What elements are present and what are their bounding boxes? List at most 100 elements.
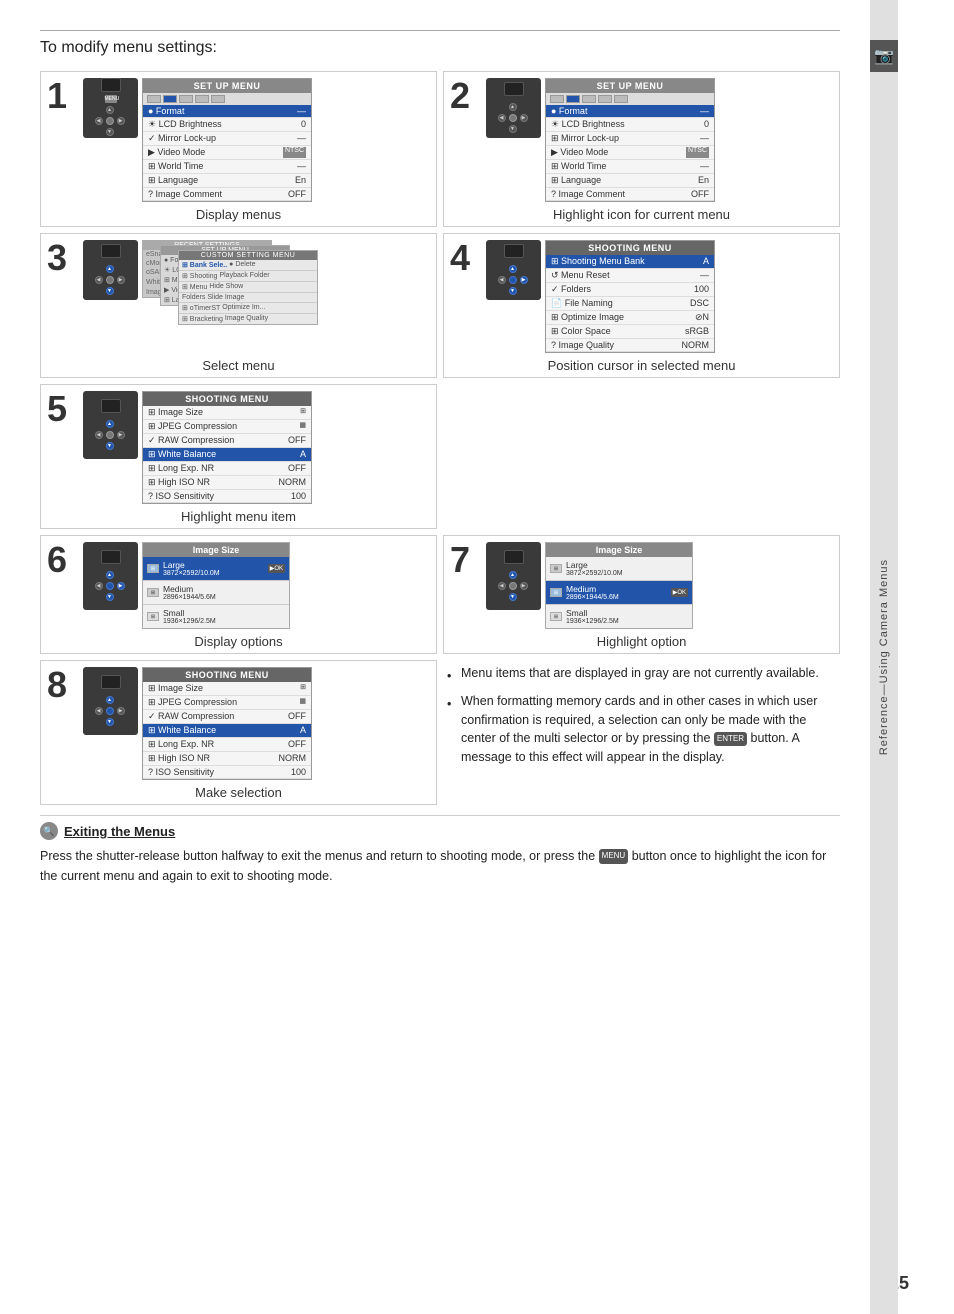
step-1-indicators bbox=[143, 93, 311, 105]
nav-center-4[interactable] bbox=[509, 276, 517, 284]
nav-up-1[interactable]: ▲ bbox=[106, 106, 114, 114]
ind2-1 bbox=[550, 95, 564, 103]
nav-center-5[interactable] bbox=[106, 431, 114, 439]
menu-row-hiiso-5: ⊞ High ISO NRNORM bbox=[143, 476, 311, 490]
nav-down-2[interactable]: ▼ bbox=[509, 125, 517, 133]
nav-left-5[interactable]: ◀ bbox=[95, 431, 103, 439]
menu-row-longexp-5: ⊞ Long Exp. NROFF bbox=[143, 462, 311, 476]
overlay-menu-shooting: CUSTOM SETTING MENU ⊞ Bank Sele.. ● Dele… bbox=[178, 250, 318, 325]
note-2-bullet: • bbox=[447, 695, 457, 714]
top-divider bbox=[40, 30, 840, 31]
menu-row-raw-8: ✓ RAW CompressionOFF bbox=[143, 710, 311, 724]
imgsize-small-7: ⊞ Small 1936×1296/2.5M bbox=[546, 605, 692, 628]
nav-down-4[interactable]: ▼ bbox=[509, 287, 517, 295]
nav-center-1[interactable] bbox=[106, 117, 114, 125]
nav-right-8[interactable]: ▶ bbox=[117, 707, 125, 715]
nav-center-3[interactable] bbox=[106, 276, 114, 284]
step-4-menu-header: SHOOTING MENU bbox=[546, 241, 714, 255]
exiting-section: 🔍 Exiting the Menus Press the shutter-re… bbox=[40, 815, 840, 886]
step-7-label: Highlight option bbox=[444, 634, 839, 649]
nav-pad-3: ▲ ◀ ▶ ▼ bbox=[95, 265, 127, 297]
step-6-imgsize-panel: Image Size ⊞ Large 3872×2592/10.0M ▶OK bbox=[142, 542, 290, 629]
nav-center-2[interactable] bbox=[509, 114, 517, 122]
nav-center-7[interactable] bbox=[509, 582, 517, 590]
step-2-menu-header: SET UP MENU bbox=[546, 79, 714, 93]
note-2: • When formatting memory cards and in ot… bbox=[447, 692, 840, 767]
nav-center-8[interactable] bbox=[106, 707, 114, 715]
step-1-menu-header: SET UP MENU bbox=[143, 79, 311, 93]
step-7-inner: ▲ ◀ ▶ ▼ Image Size ⊞ bbox=[486, 542, 833, 629]
step-6-imgsize-header: Image Size bbox=[143, 543, 289, 557]
nav-right-2[interactable]: ▶ bbox=[520, 114, 528, 122]
camera-lens-6 bbox=[101, 550, 121, 564]
nav-up-4[interactable]: ▲ bbox=[509, 265, 517, 273]
nav-pad-7: ▲ ◀ ▶ ▼ bbox=[498, 571, 530, 603]
nav-up-8[interactable]: ▲ bbox=[106, 696, 114, 704]
menu-label-1: MENU bbox=[105, 95, 117, 103]
nav-up-7[interactable]: ▲ bbox=[509, 571, 517, 579]
menu-row-imgcomment-1: ? Image CommentOFF bbox=[143, 188, 311, 201]
imgsize-medium-6: ⊞ Medium 2896×1944/5.6M bbox=[143, 581, 289, 605]
menu-row-reset-4: ↺ Menu Reset— bbox=[546, 269, 714, 283]
note-2-text: When formatting memory cards and in othe… bbox=[461, 692, 840, 767]
menu-row-opt-4: ⊞ Optimize Image⊘N bbox=[546, 311, 714, 325]
nav-left-2[interactable]: ◀ bbox=[498, 114, 506, 122]
nav-right-4[interactable]: ▶ bbox=[520, 276, 528, 284]
ind-4 bbox=[195, 95, 209, 103]
nav-down-1[interactable]: ▼ bbox=[106, 128, 114, 136]
nav-right-1[interactable]: ▶ bbox=[117, 117, 125, 125]
nav-left-6[interactable]: ◀ bbox=[95, 582, 103, 590]
nav-down-3[interactable]: ▼ bbox=[106, 287, 114, 295]
nav-down-7[interactable]: ▼ bbox=[509, 593, 517, 601]
enter-btn-note: ENTER bbox=[714, 732, 747, 746]
step-4-box: 4 ▲ ◀ ▶ ▼ bbox=[443, 233, 840, 378]
imgsize-icon-small-7: ⊞ bbox=[550, 612, 562, 621]
note-1: • Menu items that are displayed in gray … bbox=[447, 664, 840, 686]
exiting-text: Press the shutter-release button halfway… bbox=[40, 846, 840, 886]
nav-up-6[interactable]: ▲ bbox=[106, 571, 114, 579]
nav-left-7[interactable]: ◀ bbox=[498, 582, 506, 590]
nav-up-3[interactable]: ▲ bbox=[106, 265, 114, 273]
step-8-inner: ▲ ◀ ▶ ▼ SHOOTING MENU ⊞ bbox=[83, 667, 430, 780]
nav-center-6[interactable] bbox=[106, 582, 114, 590]
menu-row-bank-4: ⊞ Shooting Menu BankA bbox=[546, 255, 714, 269]
nav-left-8[interactable]: ◀ bbox=[95, 707, 103, 715]
step-1-menu: SET UP MENU ● Format— bbox=[142, 78, 312, 202]
menu-row-color-4: ⊞ Color SpacesRGB bbox=[546, 325, 714, 339]
nav-left-1[interactable]: ◀ bbox=[95, 117, 103, 125]
menu-row-format-1: ● Format— bbox=[143, 105, 311, 118]
camera-body-3: ▲ ◀ ▶ ▼ bbox=[83, 240, 138, 300]
step-1-camera: MENU ▲ ◀ ▶ ▼ bbox=[83, 78, 138, 138]
step-7-box: 7 ▲ ◀ ▶ ▼ bbox=[443, 535, 840, 654]
nav-up-5[interactable]: ▲ bbox=[106, 420, 114, 428]
menu-row-imgsize-5: ⊞ Image Size⊞ bbox=[143, 406, 311, 420]
nav-down-6[interactable]: ▼ bbox=[106, 593, 114, 601]
step-5-box: 5 ▲ ◀ ▶ ▼ bbox=[40, 384, 437, 529]
imgsize-label-small-7: Small 1936×1296/2.5M bbox=[566, 608, 619, 625]
step-8-content: ▲ ◀ ▶ ▼ SHOOTING MENU ⊞ bbox=[83, 667, 430, 780]
imgsize-large-6: ⊞ Large 3872×2592/10.0M ▶OK bbox=[143, 557, 289, 581]
imgsize-label-small-6: Small 1936×1296/2.5M bbox=[163, 608, 216, 625]
right-sidebar-tab: 📷 Reference—Using Camera Menus bbox=[870, 0, 898, 1314]
menu-row-raw-5: ✓ RAW CompressionOFF bbox=[143, 434, 311, 448]
nav-right-6[interactable]: ▶ bbox=[117, 582, 125, 590]
nav-left-3[interactable]: ◀ bbox=[95, 276, 103, 284]
nav-down-8[interactable]: ▼ bbox=[106, 718, 114, 726]
nav-up-2[interactable]: ▲ bbox=[509, 103, 517, 111]
step-8-menu-header: SHOOTING MENU bbox=[143, 668, 311, 682]
step-2-box: 2 ▲ ◀ ▶ ▼ bbox=[443, 71, 840, 227]
nav-down-5[interactable]: ▼ bbox=[106, 442, 114, 450]
camera-lens-4 bbox=[504, 244, 524, 258]
notes-section: • Menu items that are displayed in gray … bbox=[443, 660, 840, 797]
nav-right-7[interactable]: ▶ bbox=[520, 582, 528, 590]
nav-right-5[interactable]: ▶ bbox=[117, 431, 125, 439]
nav-right-3[interactable]: ▶ bbox=[117, 276, 125, 284]
menu-row-world-2: ⊞ World Time— bbox=[546, 160, 714, 174]
nav-left-4[interactable]: ◀ bbox=[498, 276, 506, 284]
intro-text: To modify menu settings: bbox=[40, 39, 840, 57]
step-2-menu: SET UP MENU ● Format— bbox=[545, 78, 715, 202]
step-1-content: MENU ▲ ◀ ▶ ▼ SET UP bbox=[83, 78, 430, 202]
camera-tab-icon: 📷 bbox=[870, 40, 898, 72]
ind2-4 bbox=[598, 95, 612, 103]
step-6-label: Display options bbox=[41, 634, 436, 649]
